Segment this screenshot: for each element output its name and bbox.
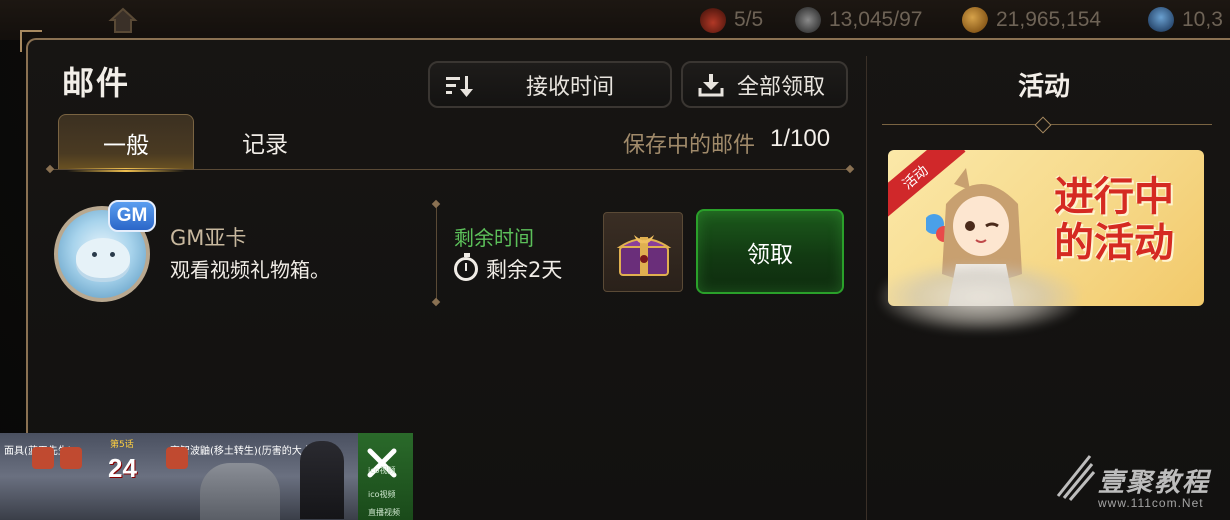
watermark-name: 壹聚教程 [1098, 468, 1211, 498]
strip-label: ico视频 [368, 490, 396, 499]
mail-item-separator [436, 204, 437, 302]
side-divider [866, 56, 867, 520]
events-title: 活动 [1018, 72, 1071, 102]
mail-sender: GM亚卡 [170, 226, 247, 250]
video-caption-mid: 宇智波鼬(移土转生)(历害的大人) [170, 446, 316, 457]
resource-gems: 10,3 [1148, 6, 1223, 34]
claim-button[interactable]: 领取 [696, 209, 844, 294]
strip-label: 直播视频 [368, 508, 400, 517]
mail-list-item[interactable]: GM GM亚卡 观看视频礼物箱。 剩余时间 剩余2天 领取 [50, 196, 850, 306]
tab-records[interactable]: 记录 [200, 114, 330, 170]
video-character [300, 441, 344, 519]
video-overlay[interactable]: 面具(蓝天先生) 第5话 宇智波鼬(移土转生)(历害的大人) 24 [0, 433, 358, 520]
download-icon [698, 74, 724, 97]
sort-by-time-label: 接收时间 [526, 74, 615, 100]
home-icon[interactable] [108, 6, 138, 34]
claim-all-button[interactable]: 全部领取 [681, 61, 848, 108]
sort-icon [446, 76, 473, 97]
page-title: 邮件 [62, 64, 131, 102]
saved-mail-count: 1/100 [770, 125, 831, 152]
resource-coins: 21,965,154 [962, 6, 1101, 34]
resource-stamina-value: 13,045/97 [829, 8, 923, 31]
fire-icon [700, 7, 726, 33]
blurred-overlay [880, 262, 1080, 332]
game-screen: 5/5 13,045/97 21,965,154 10,3 邮件 接收时间 全部… [0, 0, 1230, 520]
video-side-strip[interactable]: ico视频 ico视频 直播视频 [358, 433, 413, 520]
claim-all-label: 全部领取 [737, 74, 826, 100]
resource-bar: 5/5 13,045/97 21,965,154 10,3 [0, 0, 1230, 40]
video-avatar [166, 447, 188, 469]
panel-corner-ornament [20, 30, 42, 52]
coin-icon [962, 7, 988, 33]
tab-divider [50, 169, 850, 170]
tab-general[interactable]: 一般 [58, 114, 194, 172]
resource-stamina: 13,045/97 [795, 6, 922, 34]
reward-item-slot[interactable] [603, 212, 683, 292]
watermark-url: www.111com.Net [1098, 496, 1204, 510]
resource-coins-value: 21,965,154 [996, 8, 1102, 31]
remaining-time-value: 剩余2天 [486, 258, 563, 282]
sort-by-time-button[interactable]: 接收时间 [428, 61, 672, 108]
stamina-icon [795, 7, 821, 33]
resource-fire: 5/5 [700, 6, 763, 34]
saved-mail-label: 保存中的邮件 [623, 133, 756, 158]
gem-icon [1148, 7, 1174, 33]
remaining-time-label: 剩余时间 [454, 226, 534, 250]
strip-label: ico视频 [368, 466, 396, 475]
stopwatch-icon [454, 253, 478, 281]
remaining-time: 剩余2天 [454, 253, 563, 284]
event-banner-line1: 进行中 [1054, 174, 1174, 220]
events-title-rule [882, 124, 1212, 125]
mail-subject: 观看视频礼物箱。 [170, 258, 330, 282]
gm-badge: GM [108, 200, 156, 232]
resource-gems-value: 10,3 [1182, 8, 1223, 31]
resource-fire-value: 5/5 [734, 8, 764, 31]
event-banner-text: 进行中 的活动 [1034, 174, 1194, 266]
video-statue [200, 463, 280, 520]
video-stage-label: 第5话 [110, 440, 134, 450]
video-number: 24 [108, 453, 137, 483]
video-avatar [60, 447, 82, 469]
watermark-logo-icon [1056, 455, 1096, 501]
video-avatar [32, 447, 54, 469]
event-banner-line2: 的活动 [1054, 220, 1174, 266]
gift-chest-icon [616, 235, 672, 276]
